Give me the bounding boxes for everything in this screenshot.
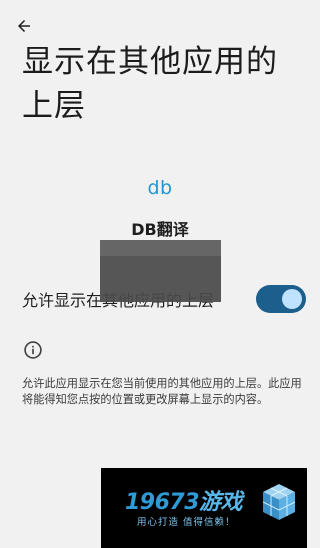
info-circle-icon	[24, 341, 42, 359]
toggle-knob	[282, 289, 302, 309]
app-icon: db	[147, 177, 173, 199]
watermark-slogan: 用心打造 值得信赖！	[137, 517, 236, 528]
watermark-brand: 19673游戏	[125, 484, 243, 516]
permission-description: 允许此应用显示在您当前使用的其他应用的上层。此应用将能得知您点按的位置或更改屏幕…	[22, 377, 302, 406]
watermark-number: 19673	[125, 490, 200, 515]
back-button[interactable]	[10, 12, 38, 40]
arrow-left-icon	[18, 20, 30, 32]
allow-overlay-toggle[interactable]	[256, 285, 306, 313]
app-name: DB翻译	[131, 220, 189, 239]
watermark-suffix: 游戏	[199, 490, 243, 515]
page-title: 显示在其他应用的上层	[22, 44, 278, 124]
occlusion-overlay	[100, 240, 221, 302]
watermark: 19673游戏 用心打造 值得信赖！	[101, 468, 307, 548]
cube-logo-icon	[262, 484, 296, 520]
